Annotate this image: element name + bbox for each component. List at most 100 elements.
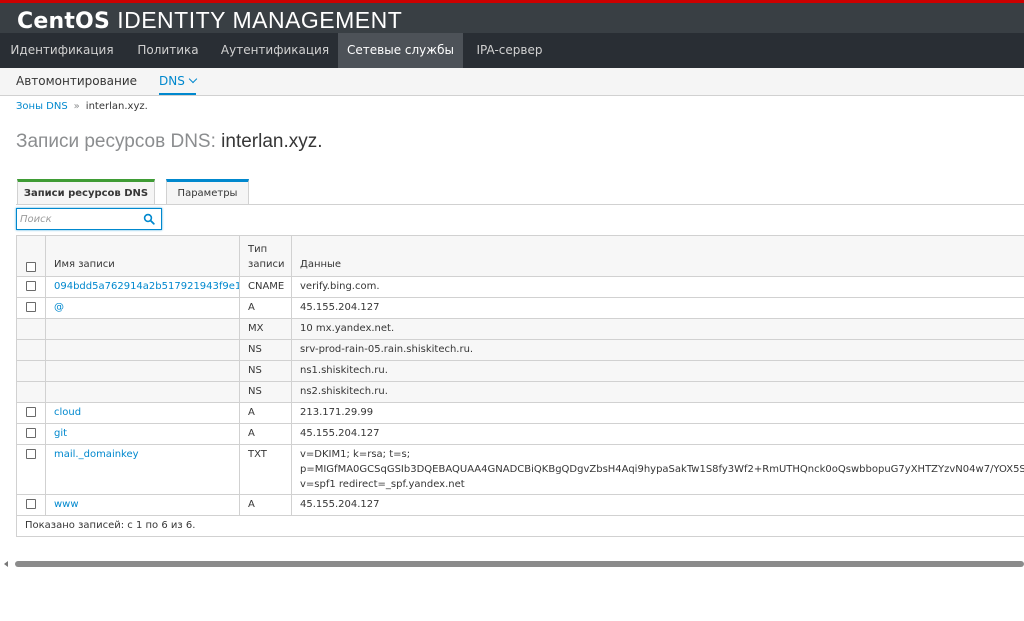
- row-select-cell: [16, 360, 46, 382]
- dns-records-table: Имя записи Тип записи Данные 094bdd5a7629…: [16, 235, 1024, 537]
- table-header-row: Имя записи Тип записи Данные: [16, 235, 1024, 277]
- row-checkbox[interactable]: [26, 449, 36, 459]
- record-name-link[interactable]: git: [54, 428, 67, 439]
- table-row: @ A 45.155.204.127: [16, 297, 1024, 319]
- record-name-cell: www: [45, 494, 240, 516]
- record-data-cell: v=DKIM1; k=rsa; t=s; p=MIGfMA0GCSqGSIb3D…: [291, 444, 1024, 495]
- record-name-cell: 094bdd5a762914a2b517921943f9e1fa: [45, 276, 240, 298]
- search-box: [16, 208, 162, 230]
- row-select-cell: [16, 402, 46, 424]
- txt-record-line: v=spf1 redirect=_spf.yandex.net: [300, 479, 465, 490]
- horizontal-scrollbar[interactable]: [0, 560, 1024, 570]
- record-data-cell: 45.155.204.127: [291, 297, 1024, 319]
- table-row: 094bdd5a762914a2b517921943f9e1fa CNAME v…: [16, 276, 1024, 298]
- subnav-item-automount[interactable]: Автомонтирование: [16, 68, 137, 95]
- tab-dns-records[interactable]: Записи ресурсов DNS: [17, 179, 155, 205]
- record-name-cell: git: [45, 423, 240, 445]
- row-select-cell: [16, 339, 46, 361]
- row-select-cell: [16, 423, 46, 445]
- breadcrumb-current: interlan.xyz.: [85, 101, 148, 112]
- record-type-cell: NS: [239, 381, 292, 403]
- record-type-cell: A: [239, 297, 292, 319]
- record-data-cell: 213.171.29.99: [291, 402, 1024, 424]
- search-input[interactable]: [20, 211, 138, 227]
- table-row: mail._domainkey TXT v=DKIM1; k=rsa; t=s;…: [16, 444, 1024, 495]
- brand-bar: CentOS IDENTITY MANAGEMENT: [0, 3, 1024, 36]
- table-row: NS srv-prod-rain-05.rain.shiskitech.ru.: [16, 339, 1024, 361]
- record-data-cell: 10 mx.yandex.net.: [291, 318, 1024, 340]
- record-name-cell: cloud: [45, 402, 240, 424]
- table-row: git A 45.155.204.127: [16, 423, 1024, 445]
- txt-record-line: v=DKIM1; k=rsa; t=s;: [300, 449, 411, 460]
- record-type-cell: MX: [239, 318, 292, 340]
- column-header-type[interactable]: Тип записи: [239, 235, 292, 277]
- record-name-link[interactable]: @: [54, 302, 64, 313]
- tab-settings[interactable]: Параметры: [166, 179, 249, 205]
- txt-record-line: p=MIGfMA0GCSqGSIb3DQEBAQUAA4GNADCBiQKBgQ…: [300, 464, 1024, 475]
- record-type-cell: TXT: [239, 444, 292, 495]
- page-title: Записи ресурсов DNS: interlan.xyz.: [16, 131, 323, 152]
- nav-item-ipa-server[interactable]: IPA-сервер: [463, 33, 556, 68]
- row-checkbox[interactable]: [26, 407, 36, 417]
- chevron-down-icon: [188, 74, 198, 84]
- breadcrumb: Зоны DNS » interlan.xyz.: [16, 101, 148, 112]
- nav-item-policy[interactable]: Политика: [124, 33, 212, 68]
- nav-item-identity[interactable]: Идентификация: [0, 33, 124, 68]
- record-type-cell: NS: [239, 339, 292, 361]
- row-select-cell: [16, 494, 46, 516]
- scrollbar-thumb[interactable]: [15, 561, 1024, 567]
- record-type-cell: NS: [239, 360, 292, 382]
- table-footer-text: Показано записей: с 1 по 6 из 6.: [16, 515, 1024, 537]
- record-name-cell: [45, 339, 240, 361]
- record-type-cell: A: [239, 402, 292, 424]
- subnav-item-dns[interactable]: DNS: [159, 68, 198, 95]
- table-row: www A 45.155.204.127: [16, 494, 1024, 516]
- table-row: NS ns2.shiskitech.ru.: [16, 381, 1024, 403]
- sub-nav: Автомонтирование DNS: [0, 68, 1024, 96]
- record-data-cell: 45.155.204.127: [291, 423, 1024, 445]
- breadcrumb-dns-zones[interactable]: Зоны DNS: [16, 101, 68, 112]
- table-row: MX 10 mx.yandex.net.: [16, 318, 1024, 340]
- nav-item-authentication[interactable]: Аутентификация: [212, 33, 338, 68]
- record-data-cell: srv-prod-rain-05.rain.shiskitech.ru.: [291, 339, 1024, 361]
- row-checkbox[interactable]: [26, 428, 36, 438]
- record-name-cell: [45, 360, 240, 382]
- row-select-cell: [16, 276, 46, 298]
- row-select-cell: [16, 444, 46, 495]
- app-logo[interactable]: CentOS IDENTITY MANAGEMENT: [17, 6, 402, 36]
- row-checkbox[interactable]: [26, 302, 36, 312]
- record-type-cell: A: [239, 423, 292, 445]
- select-all-cell: [16, 235, 46, 277]
- scroll-left-icon[interactable]: [4, 561, 8, 567]
- tab-divider: [16, 204, 1024, 205]
- record-name-link[interactable]: mail._domainkey: [54, 449, 139, 460]
- record-data-cell: verify.bing.com.: [291, 276, 1024, 298]
- nav-item-network-services[interactable]: Сетевые службы: [338, 33, 463, 68]
- row-checkbox[interactable]: [26, 281, 36, 291]
- column-header-data[interactable]: Данные: [291, 235, 1024, 277]
- record-name-link[interactable]: cloud: [54, 407, 81, 418]
- row-select-cell: [16, 297, 46, 319]
- record-name-cell: @: [45, 297, 240, 319]
- column-header-name[interactable]: Имя записи: [45, 235, 240, 277]
- row-select-cell: [16, 318, 46, 340]
- record-name-link[interactable]: www: [54, 499, 79, 510]
- record-name-cell: [45, 381, 240, 403]
- record-type-cell: A: [239, 494, 292, 516]
- row-select-cell: [16, 381, 46, 403]
- table-row: cloud A 213.171.29.99: [16, 402, 1024, 424]
- table-footer-row: Показано записей: с 1 по 6 из 6.: [16, 515, 1024, 537]
- record-data-cell: 45.155.204.127: [291, 494, 1024, 516]
- select-all-checkbox[interactable]: [26, 262, 36, 272]
- record-name-cell: [45, 318, 240, 340]
- record-data-cell: ns1.shiskitech.ru.: [291, 360, 1024, 382]
- record-data-cell: ns2.shiskitech.ru.: [291, 381, 1024, 403]
- search-icon[interactable]: [143, 213, 155, 225]
- main-nav: Идентификация Политика Аутентификация Се…: [0, 33, 1024, 68]
- record-type-cell: CNAME: [239, 276, 292, 298]
- record-name-cell: mail._domainkey: [45, 444, 240, 495]
- record-name-link[interactable]: 094bdd5a762914a2b517921943f9e1fa: [54, 281, 239, 292]
- breadcrumb-separator: »: [73, 101, 80, 112]
- row-checkbox[interactable]: [26, 499, 36, 509]
- table-row: NS ns1.shiskitech.ru.: [16, 360, 1024, 382]
